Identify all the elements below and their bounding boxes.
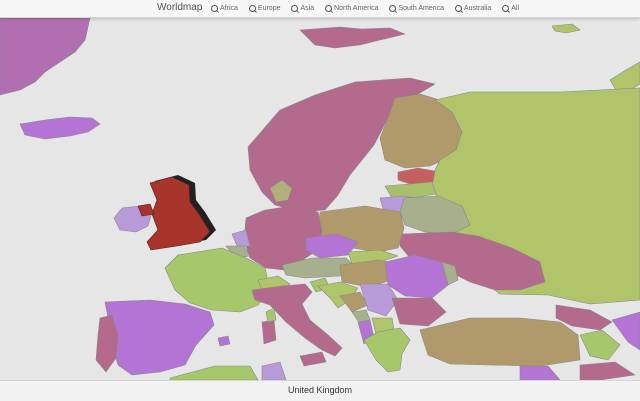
country-sardinia[interactable] xyxy=(261,319,277,345)
selected-country-label: United Kingdom xyxy=(287,385,353,395)
region-nav: Africa Europe Asia North America South A… xyxy=(211,0,530,17)
nav-all[interactable]: All xyxy=(502,5,519,12)
nav-asia[interactable]: Asia xyxy=(291,5,314,12)
search-icon xyxy=(455,5,462,12)
search-icon xyxy=(325,5,333,12)
nav-europe[interactable]: Europe xyxy=(248,5,280,12)
search-icon xyxy=(291,5,299,12)
country-turkey[interactable] xyxy=(419,317,581,367)
app-brand[interactable]: Worldmap xyxy=(157,2,202,13)
world-map[interactable] xyxy=(0,18,640,380)
search-icon xyxy=(389,5,397,12)
nav-south-america[interactable]: South America xyxy=(389,5,444,12)
nav-north-america[interactable]: North America xyxy=(325,5,378,12)
search-icon xyxy=(211,5,218,12)
search-icon xyxy=(248,5,256,12)
nav-australia[interactable]: Australia xyxy=(455,5,491,12)
top-navbar: Worldmap Africa Europe Asia North Americ… xyxy=(0,0,640,18)
nav-africa[interactable]: Africa xyxy=(211,5,238,12)
search-icon xyxy=(502,5,510,12)
country-balearic[interactable] xyxy=(217,335,231,347)
status-bar: United Kingdom xyxy=(0,380,640,401)
